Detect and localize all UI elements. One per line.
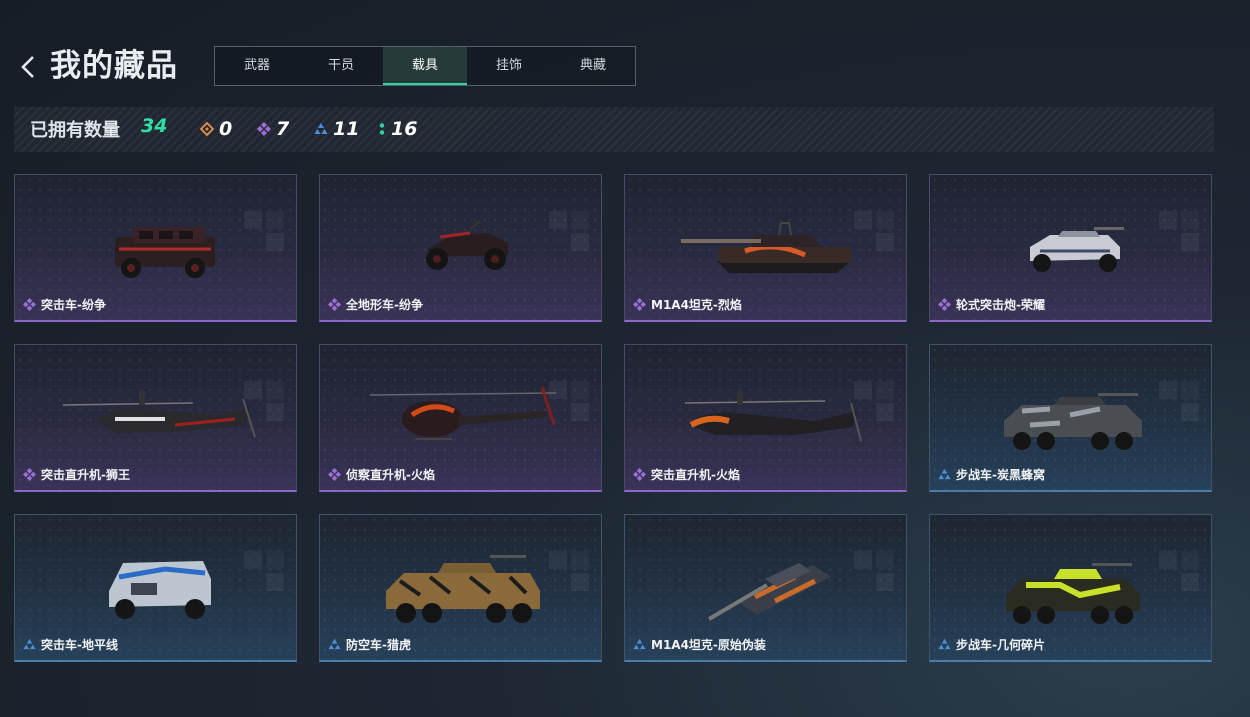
blue-triangle-icon [633, 638, 646, 651]
owned-count-bar: 已拥有数量 34 0 7 11 16 [14, 107, 1214, 152]
blue-triangle-icon [314, 123, 328, 134]
rarity-count-value: 11 [333, 118, 360, 140]
vehicle-name: 突击直升机-狮王 [41, 468, 130, 482]
chevron-left-icon [21, 56, 34, 78]
wheeled-gun-image [1030, 227, 1124, 272]
card-label: 突击车-地平线 [23, 636, 118, 653]
vehicle-card[interactable]: 全地形车-纷争 [319, 174, 602, 322]
assault-vehicle-image [109, 561, 211, 619]
vehicle-name: 步战车-几何碎片 [956, 638, 1045, 652]
owned-count-total: 34 [141, 115, 168, 137]
tank-image [707, 563, 831, 621]
tank-image [681, 222, 851, 273]
vehicle-name: 突击直升机-火焰 [651, 468, 740, 482]
category-tabs: 武器 干员 载具 挂饰 典藏 [214, 46, 636, 86]
vehicle-card[interactable]: 突击直升机-狮王 [14, 344, 297, 492]
vehicle-name: 侦察直升机-火焰 [346, 468, 435, 482]
card-label: 轮式突击炮-荣耀 [938, 296, 1045, 313]
card-label: M1A4坦克-烈焰 [633, 296, 742, 313]
vehicle-card[interactable]: M1A4坦克-原始伪装 [624, 514, 907, 662]
card-label: 防空车-猎虎 [328, 636, 411, 653]
tab-charms[interactable]: 挂饰 [467, 47, 551, 85]
vehicle-name: M1A4坦克-原始伪装 [651, 638, 766, 652]
card-label: 突击车-纷争 [23, 296, 106, 313]
blue-triangle-icon [23, 638, 36, 651]
green-dots-icon [379, 123, 385, 135]
purple-diamond-icon [328, 468, 341, 481]
purple-diamond-icon [633, 468, 646, 481]
card-label: 步战车-炭黑蜂窝 [938, 466, 1045, 483]
vehicle-name: M1A4坦克-烈焰 [651, 298, 742, 312]
vehicle-name: 轮式突击炮-荣耀 [956, 298, 1045, 312]
rarity-count-value: 7 [276, 118, 290, 140]
rarity-count-blue: 11 [314, 118, 359, 140]
card-label: 侦察直升机-火焰 [328, 466, 435, 483]
vehicle-card[interactable]: M1A4坦克-烈焰 [624, 174, 907, 322]
atv-image [426, 219, 508, 270]
ifv-image [1004, 393, 1142, 450]
blue-triangle-icon [328, 638, 341, 651]
purple-diamond-icon [23, 468, 36, 481]
vehicle-card[interactable]: 防空车-猎虎 [319, 514, 602, 662]
vehicle-card[interactable]: 突击直升机-火焰 [624, 344, 907, 492]
ifv-image [1006, 563, 1140, 624]
rarity-count-green: 16 [378, 118, 417, 140]
vehicle-name: 突击车-地平线 [41, 638, 118, 652]
tab-collection[interactable]: 典藏 [551, 47, 635, 85]
back-button[interactable] [16, 52, 40, 82]
card-label: 突击直升机-狮王 [23, 466, 130, 483]
card-label: 步战车-几何碎片 [938, 636, 1045, 653]
attack-helicopter-image [684, 391, 862, 442]
vehicle-name: 突击车-纷争 [41, 298, 106, 312]
page-title: 我的藏品 [50, 48, 178, 84]
vehicle-card[interactable]: 步战车-炭黑蜂窝 [929, 344, 1212, 492]
tab-vehicles[interactable]: 载具 [383, 47, 467, 85]
card-label: M1A4坦克-原始伪装 [633, 636, 766, 653]
card-label: 全地形车-纷争 [328, 296, 423, 313]
aa-vehicle-image [386, 555, 540, 623]
rarity-count-value: 16 [391, 118, 418, 140]
vehicle-name: 步战车-炭黑蜂窝 [956, 468, 1045, 482]
purple-diamond-icon [23, 298, 36, 311]
owned-count-label: 已拥有数量 [30, 120, 120, 141]
purple-diamond-icon [633, 298, 646, 311]
vehicle-card[interactable]: 步战车-几何碎片 [929, 514, 1212, 662]
rarity-count-value: 0 [219, 118, 233, 140]
vehicle-card[interactable]: 突击车-地平线 [14, 514, 297, 662]
scout-helicopter-image [369, 386, 557, 440]
purple-diamond-icon [257, 122, 271, 136]
purple-diamond-icon [328, 298, 341, 311]
attack-helicopter-image [62, 391, 256, 438]
vehicle-name: 全地形车-纷争 [346, 298, 423, 312]
card-label: 突击直升机-火焰 [633, 466, 740, 483]
vehicle-name: 防空车-猎虎 [346, 638, 411, 652]
assault-vehicle-image [115, 227, 215, 278]
rarity-count-purple: 7 [257, 118, 289, 140]
tab-weapons[interactable]: 武器 [215, 47, 299, 85]
vehicle-card[interactable]: 突击车-纷争 [14, 174, 297, 322]
purple-diamond-icon [938, 298, 951, 311]
vehicle-card[interactable]: 侦察直升机-火焰 [319, 344, 602, 492]
blue-triangle-icon [938, 638, 951, 651]
tab-operators[interactable]: 干员 [299, 47, 383, 85]
orange-diamond-icon [200, 122, 214, 136]
vehicle-card[interactable]: 轮式突击炮-荣耀 [929, 174, 1212, 322]
rarity-count-orange: 0 [200, 118, 232, 140]
blue-triangle-icon [938, 468, 951, 481]
